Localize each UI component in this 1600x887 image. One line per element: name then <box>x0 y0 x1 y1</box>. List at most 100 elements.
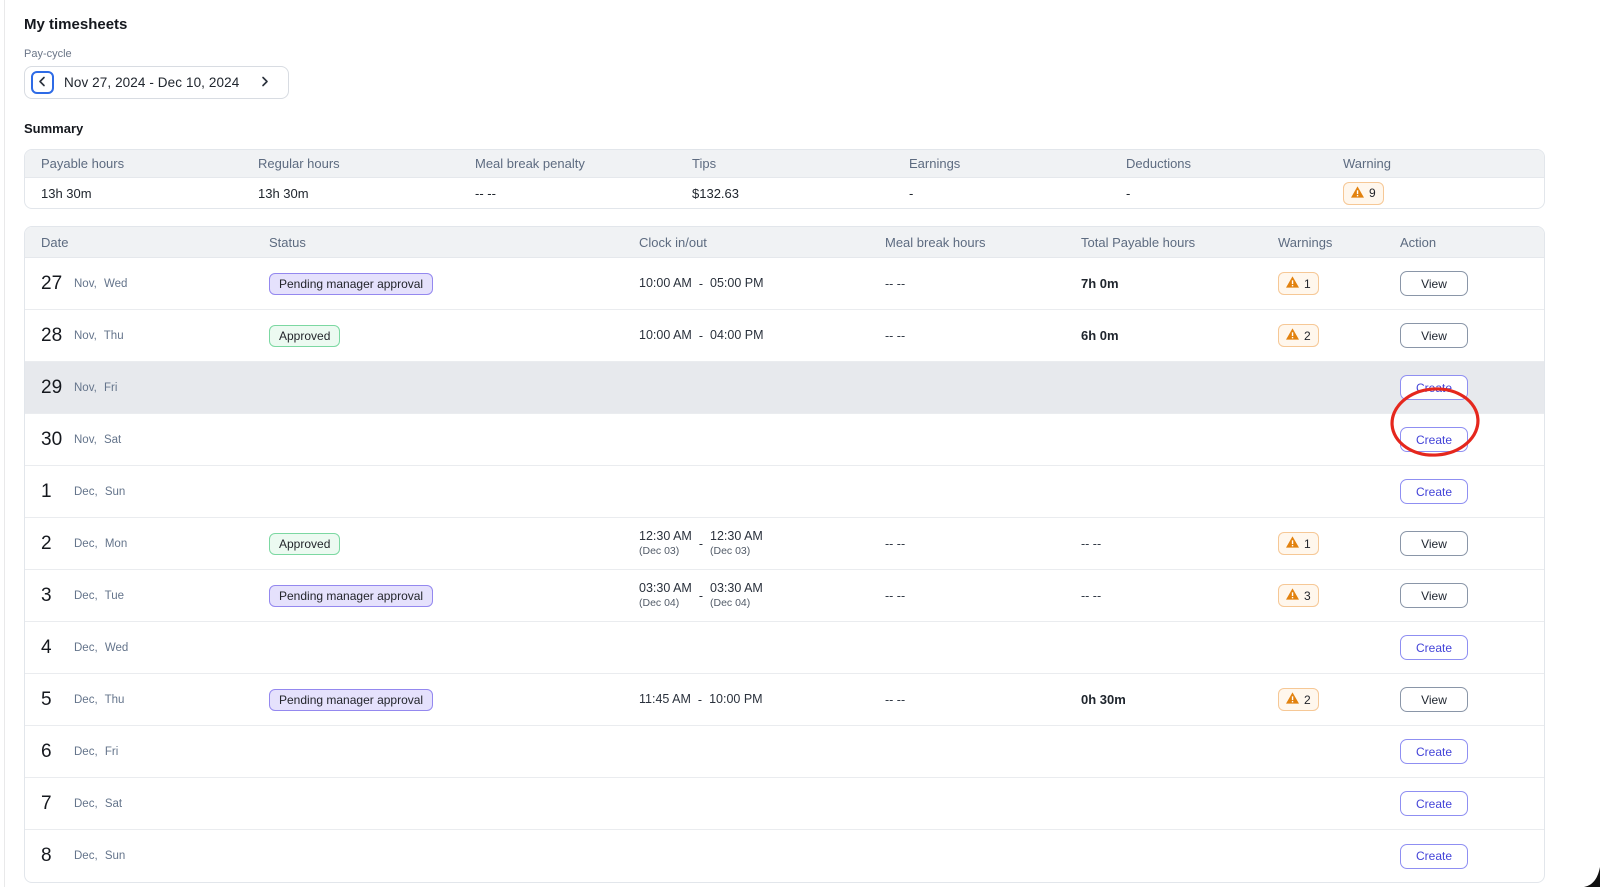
clock-out: 03:30 AM <box>710 581 763 596</box>
date-sub: Dec, Thu <box>74 693 125 706</box>
status-badge: Pending manager approval <box>269 584 434 607</box>
date-day: 6 <box>41 740 52 762</box>
table-row-nov-27: 27 Nov, Wed Pending manager approval 10:0… <box>25 258 1544 310</box>
date-sub: Dec, Sun <box>74 485 126 498</box>
summary-card: Payable hours Regular hours Meal break p… <box>24 149 1545 209</box>
col-clock: Clock in/out <box>639 234 707 250</box>
table-row-dec-6: 6 Dec, Fri Create <box>25 726 1544 778</box>
clock-in: 11:45 AM <box>639 691 691 706</box>
view-button[interactable]: View <box>1400 323 1468 348</box>
view-button[interactable]: View <box>1400 687 1468 712</box>
create-button[interactable]: Create <box>1400 843 1468 869</box>
table-row-nov-28: 28 Nov, Thu Approved 10:00 AM -04:00 PM --… <box>25 310 1544 362</box>
date-sub: Nov, Sat <box>74 433 122 446</box>
date-day: 30 <box>41 428 63 450</box>
table-row-nov-29: 29 Nov, Fri Create <box>25 362 1544 414</box>
summary-meal-penalty-value: -- -- <box>475 185 496 201</box>
date-sub: Nov, Fri <box>74 381 118 394</box>
corner-artifact <box>1584 867 1600 887</box>
warning-icon <box>1286 536 1299 551</box>
create-button[interactable]: Create <box>1400 791 1468 816</box>
date-day: 8 <box>41 845 52 866</box>
total-payable-value: -- -- <box>1081 588 1102 603</box>
meal-break-value: -- -- <box>885 276 906 291</box>
warnings-badge: 2 <box>1278 324 1319 347</box>
create-button[interactable]: Create <box>1400 479 1468 504</box>
clock-in: 03:30 AM <box>639 581 692 596</box>
create-button[interactable]: Create <box>1400 375 1468 400</box>
summary-col-payable: Payable hours <box>41 156 125 171</box>
meal-break-value: -- -- <box>885 328 906 343</box>
summary-earnings-value: - <box>909 185 914 201</box>
timesheets-page: My timesheets Pay-cycle Nov 27, 2024 - D… <box>24 0 1545 883</box>
view-button[interactable]: View <box>1400 271 1468 296</box>
total-payable-value: 6h 0m <box>1081 328 1119 343</box>
clock-out: 10:00 PM <box>709 691 763 706</box>
view-button[interactable]: View <box>1400 583 1468 608</box>
col-total: Total Payable hours <box>1081 234 1196 250</box>
table-row-dec-7: 7 Dec, Sat Create <box>25 778 1544 830</box>
date-day: 28 <box>41 324 63 346</box>
summary-regular-value: 13h 30m <box>258 185 309 201</box>
col-status: Status <box>269 234 306 250</box>
pay-cycle-value: Nov 27, 2024 - Dec 10, 2024 <box>64 75 240 90</box>
warnings-badge: 1 <box>1278 532 1319 555</box>
clock-out: 04:00 PM <box>710 327 764 342</box>
date-day: 29 <box>41 376 63 398</box>
col-warnings: Warnings <box>1278 234 1333 250</box>
clock-out: 05:00 PM <box>710 275 764 290</box>
clock-in: 10:00 AM <box>639 327 692 342</box>
total-payable-value: 7h 0m <box>1081 276 1119 291</box>
col-date: Date <box>41 234 69 250</box>
col-action: Action <box>1400 234 1437 250</box>
status-badge: Approved <box>269 532 341 555</box>
date-sub: Dec, Fri <box>74 745 119 758</box>
date-day: 3 <box>41 584 52 606</box>
date-day: 2 <box>41 532 52 554</box>
clock-out-date: (Dec 04) <box>710 596 751 609</box>
create-button-circled[interactable]: Create <box>1400 427 1468 452</box>
clock-in: 12:30 AM <box>639 529 692 544</box>
clock-in: 10:00 AM <box>639 275 692 290</box>
page-title: My timesheets <box>24 16 128 33</box>
summary-values-row: 13h 30m 13h 30m -- -- $132.63 - - 9 <box>25 178 1544 208</box>
create-button[interactable]: Create <box>1400 739 1468 764</box>
pay-cycle-next-button[interactable] <box>253 71 277 94</box>
summary-col-meal-penalty: Meal break penalty <box>475 156 585 171</box>
table-row-dec-3: 3 Dec, Tue Pending manager approval 03:30… <box>25 570 1544 622</box>
create-button[interactable]: Create <box>1400 635 1468 660</box>
warning-icon <box>1286 588 1299 603</box>
timesheet-table: Date Status Clock in/out Meal break hour… <box>24 226 1545 883</box>
warnings-badge: 1 <box>1278 272 1319 295</box>
summary-header-row: Payable hours Regular hours Meal break p… <box>25 150 1544 178</box>
pay-cycle-label: Pay-cycle <box>24 48 72 60</box>
summary-col-tips: Tips <box>692 156 717 171</box>
summary-col-deductions: Deductions <box>1126 156 1192 171</box>
warning-icon <box>1286 692 1299 707</box>
table-row-dec-2: 2 Dec, Mon Approved 12:30 AM (Dec 03) -12:3… <box>25 518 1544 570</box>
warning-icon <box>1286 276 1299 291</box>
table-row-nov-30: 30 Nov, Sat Create <box>25 414 1544 466</box>
warnings-badge: 2 <box>1278 688 1319 711</box>
summary-col-warning: Warning <box>1343 156 1391 171</box>
chevron-left-icon <box>37 75 48 90</box>
view-button[interactable]: View <box>1400 531 1468 556</box>
pay-cycle-prev-button[interactable] <box>31 71 54 94</box>
summary-warning-count: 9 <box>1369 186 1376 200</box>
meal-break-value: -- -- <box>885 536 906 551</box>
clock-out: 12:30 AM <box>710 529 763 544</box>
meal-break-value: -- -- <box>885 588 906 603</box>
status-badge: Pending manager approval <box>269 272 434 295</box>
panel-edge-divider <box>4 0 5 887</box>
table-row-dec-8: 8 Dec, Sun Create <box>25 830 1544 882</box>
pay-cycle-selector[interactable]: Nov 27, 2024 - Dec 10, 2024 <box>24 66 290 99</box>
total-payable-value: -- -- <box>1081 536 1102 551</box>
status-badge: Approved <box>269 324 341 347</box>
date-sub: Dec, Sat <box>74 797 123 810</box>
date-sub: Nov, Thu <box>74 329 124 342</box>
date-sub: Nov, Wed <box>74 277 128 290</box>
meal-break-value: -- -- <box>885 692 906 707</box>
table-header-row: Date Status Clock in/out Meal break hour… <box>25 227 1544 258</box>
clock-in-date: (Dec 04) <box>639 596 680 609</box>
warning-icon <box>1351 185 1364 201</box>
